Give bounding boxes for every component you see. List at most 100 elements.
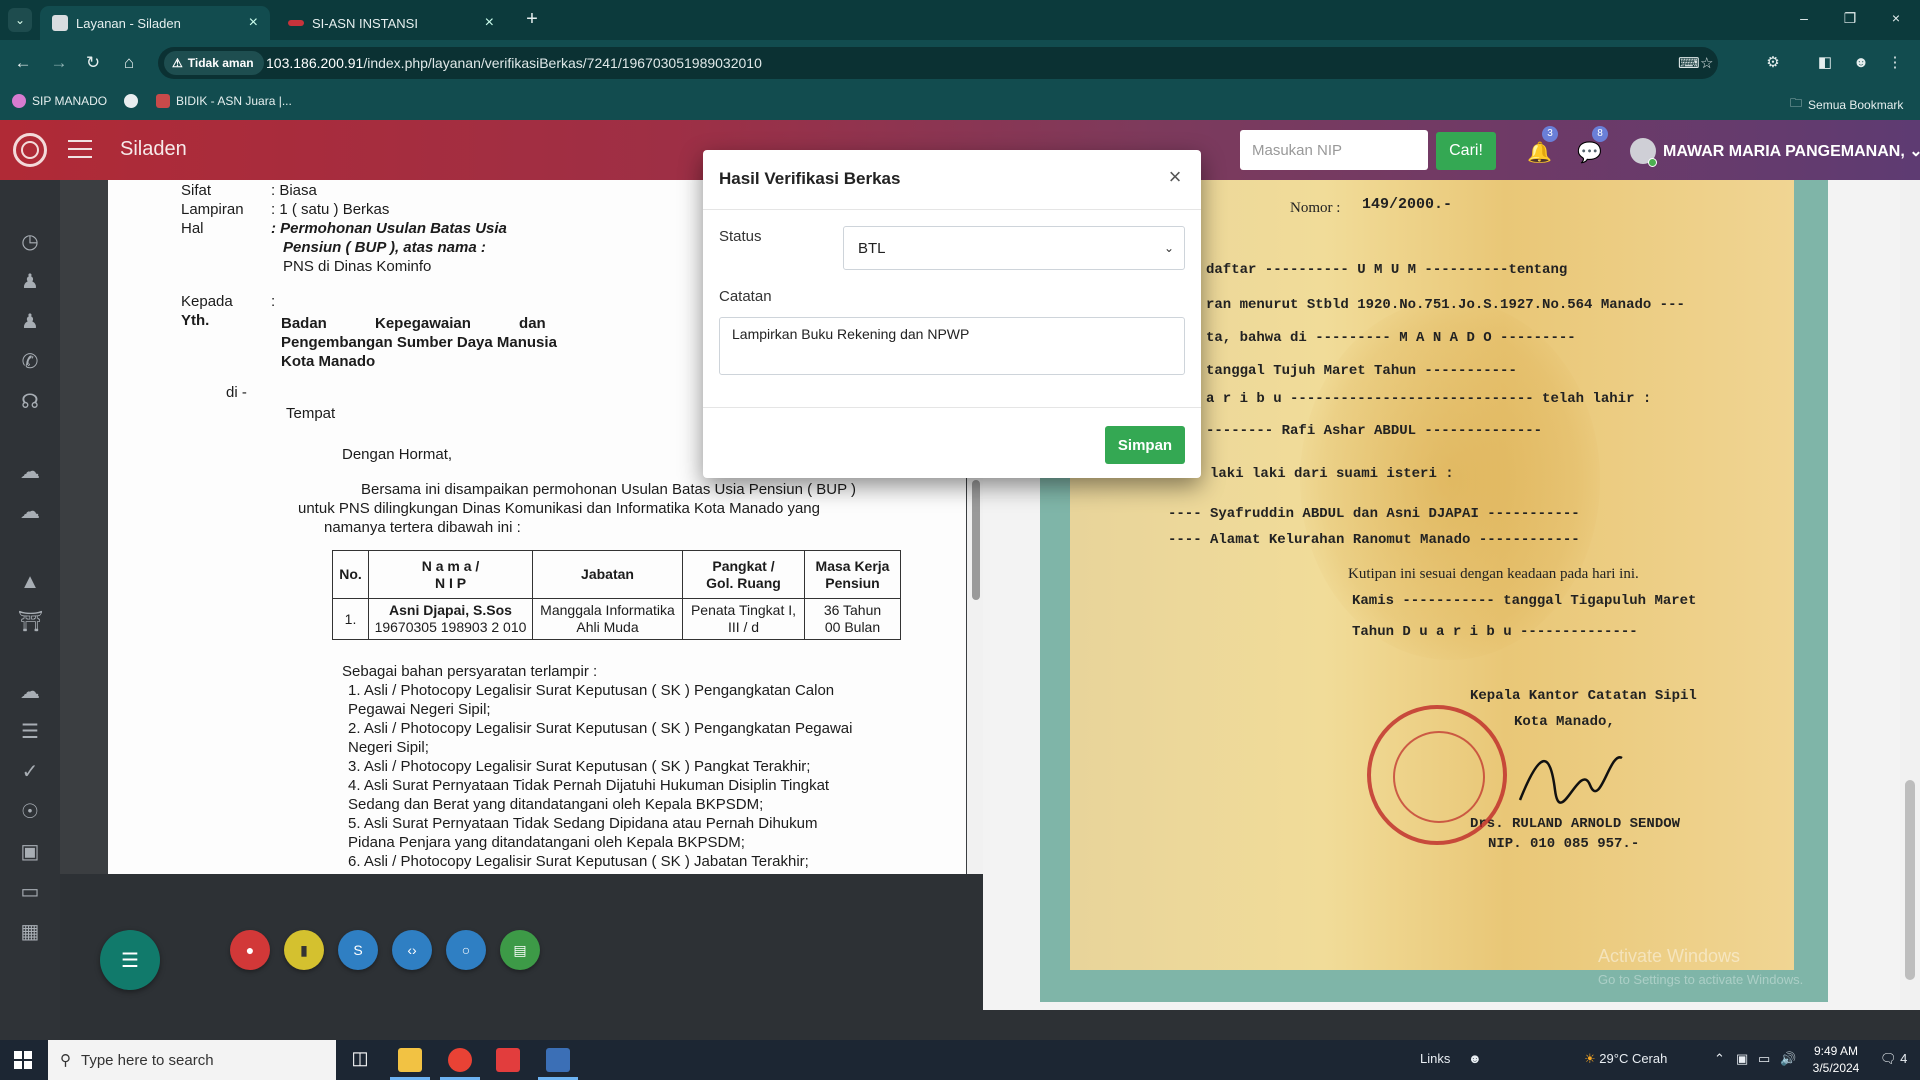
tab-si-asn-instansi[interactable]: SI-ASN INSTANSI × — [276, 6, 506, 40]
app-logo[interactable] — [13, 133, 47, 167]
new-tab-icon[interactable]: + — [520, 8, 544, 32]
taskbar-clock[interactable]: 9:49 AM 3/5/2024 — [1808, 1043, 1864, 1077]
user-menu[interactable]: MAWAR MARIA PANGEMANAN, ⌄ — [1663, 141, 1920, 161]
status-select[interactable]: BTL ⌄ — [843, 226, 1185, 270]
scrollbar-thumb[interactable] — [1905, 780, 1915, 980]
profile-icon[interactable]: ☻ — [1850, 52, 1872, 74]
tab-layanan-siladen[interactable]: Layanan - Siladen × — [40, 6, 270, 40]
side-panel-icon[interactable]: ◧ — [1814, 52, 1836, 74]
bookmark-globe[interactable] — [124, 94, 138, 108]
windows-start-icon[interactable] — [14, 1051, 32, 1069]
weather-widget[interactable]: ☀ 29°C Cerah — [1584, 1051, 1667, 1067]
home-icon[interactable]: ⌂ — [118, 52, 140, 74]
user-alt-icon[interactable]: ♟ — [18, 310, 42, 334]
graduation-icon[interactable]: ▲ — [18, 570, 42, 594]
close-tab-icon[interactable]: × — [485, 14, 494, 32]
status-label: Status — [719, 228, 762, 245]
bookmark-bidik[interactable]: BIDIK - ASN Juara |... — [156, 94, 292, 108]
back-icon[interactable]: ← — [12, 52, 34, 74]
kepada-colon: : — [271, 293, 276, 310]
contact-icon[interactable]: ▣ — [18, 840, 42, 864]
url-host: 103.186.200.91 — [266, 55, 364, 71]
people-icon[interactable]: ☻ — [1468, 1051, 1482, 1066]
taskbar-search-box[interactable]: ⚲ Type here to search — [48, 1040, 336, 1080]
grid-icon[interactable]: ▦ — [18, 920, 42, 944]
catatan-textarea[interactable]: Lampirkan Buku Rekening dan NPWP — [719, 317, 1185, 375]
monitor-icon[interactable]: ▭ — [18, 880, 42, 904]
globe-icon[interactable]: ☉ — [18, 800, 42, 824]
strike-button[interactable]: S — [338, 930, 378, 970]
document-icon: ▤ — [513, 941, 527, 958]
chrome-icon[interactable] — [448, 1048, 472, 1072]
network-icon[interactable]: ▭ — [1758, 1051, 1770, 1067]
bookmark-favicon-icon — [12, 94, 26, 108]
notification-count: 4 — [1900, 1051, 1908, 1066]
user-icon[interactable]: ♟ — [18, 270, 42, 294]
jabatan-line-2: Ahli Muda — [576, 619, 639, 635]
fab-menu-button[interactable]: ☰ — [100, 930, 160, 990]
menu-kebab-icon[interactable]: ⋮ — [1884, 52, 1906, 74]
volume-icon[interactable]: 🔊 — [1780, 1051, 1796, 1067]
document-button[interactable]: ▤ — [500, 930, 540, 970]
cloud-download-icon[interactable]: ☁ — [18, 500, 42, 524]
list-icon[interactable]: ☰ — [18, 720, 42, 744]
all-bookmarks[interactable]: 🗀 Semua Bookmark — [1790, 94, 1903, 115]
headset-icon[interactable]: ☊ — [18, 390, 42, 414]
reload-icon[interactable]: ↻ — [82, 52, 104, 74]
certificate-scrollbar[interactable] — [1900, 180, 1920, 1010]
sifat-label: Sifat — [181, 182, 212, 199]
nomor-label: Nomor : — [1290, 200, 1341, 216]
forward-icon[interactable]: → — [48, 52, 70, 74]
calculator-icon[interactable] — [546, 1048, 570, 1072]
meet-icon[interactable]: ▣ — [1736, 1051, 1748, 1067]
code-button[interactable]: ‹› — [392, 930, 432, 970]
url-text[interactable]: 103.186.200.91/index.php/layanan/verifik… — [266, 55, 762, 71]
address-bar[interactable]: ⚠ Tidak aman 103.186.200.91/index.php/la… — [158, 47, 1718, 79]
whatsapp-icon[interactable]: ✆ — [18, 350, 42, 374]
modal-header: Hasil Verifikasi Berkas × — [703, 150, 1201, 210]
chat-icon[interactable]: 💬 — [1577, 140, 1602, 164]
hal-label: Hal — [181, 220, 204, 237]
restore-icon[interactable]: ❐ — [1840, 10, 1860, 27]
close-tab-icon[interactable]: × — [249, 14, 258, 32]
lock-icon: ● — [245, 942, 255, 958]
check-circle-icon[interactable]: ✓ — [18, 760, 42, 784]
task-view-icon[interactable]: ◫ — [348, 1048, 372, 1072]
extensions-icon[interactable]: ⚙ — [1762, 52, 1784, 74]
minimize-icon[interactable]: – — [1794, 10, 1814, 26]
scrollbar-thumb[interactable] — [972, 480, 980, 600]
th-pangkat: Pangkat / Gol. Ruang — [682, 550, 805, 599]
bookmark-favicon-icon — [156, 94, 170, 108]
save-button[interactable]: Simpan — [1105, 426, 1185, 464]
book-button[interactable]: ▮ — [284, 930, 324, 970]
pangkat-line-2: III / d — [727, 619, 760, 635]
bookmark-star-icon[interactable]: ☆ — [1700, 54, 1713, 72]
tray-chevron-icon[interactable]: ⌃ — [1714, 1051, 1725, 1067]
tab-search-chevron-icon[interactable]: ⌄ — [8, 8, 32, 32]
nip-search-input[interactable] — [1240, 130, 1428, 170]
close-icon[interactable]: × — [1165, 164, 1185, 190]
cert-line: Kota Manado, — [1514, 714, 1615, 730]
hamburger-menu-icon[interactable] — [68, 140, 92, 158]
cert-line: ---- Syafruddin ABDUL dan Asni DJAPAI --… — [1168, 506, 1580, 522]
dashboard-icon[interactable]: ◷ — [18, 230, 42, 254]
cert-line: ---- laki laki dari suami isteri : — [1168, 466, 1454, 482]
cloud-download-2-icon[interactable]: ☁ — [18, 680, 42, 704]
lock-button[interactable]: ● — [230, 930, 270, 970]
recipient-line-1: Badan Kepegawaian dan — [281, 315, 546, 332]
notification-center-icon[interactable]: 🗨 4 — [1880, 1051, 1907, 1067]
security-chip[interactable]: ⚠ Tidak aman — [164, 51, 264, 75]
translate-icon[interactable]: ⌨ — [1678, 54, 1700, 72]
search-button[interactable]: Cari! — [1436, 132, 1496, 170]
body-line-1: Bersama ini disampaikan permohonan Usula… — [361, 481, 856, 498]
anydesk-icon[interactable] — [496, 1048, 520, 1072]
links-toolbar[interactable]: Links — [1420, 1051, 1450, 1066]
body-line-2: untuk PNS dilingkungan Dinas Komunikasi … — [298, 500, 820, 517]
bell-icon[interactable]: 🔔 — [1527, 140, 1552, 164]
bank-icon[interactable]: ⛩ — [18, 610, 43, 634]
close-window-icon[interactable]: × — [1886, 10, 1906, 26]
circle-button[interactable]: ○ — [446, 930, 486, 970]
file-explorer-icon[interactable] — [398, 1048, 422, 1072]
bookmark-sip-manado[interactable]: SIP MANADO — [12, 94, 107, 108]
cloud-upload-icon[interactable]: ☁ — [18, 460, 42, 484]
